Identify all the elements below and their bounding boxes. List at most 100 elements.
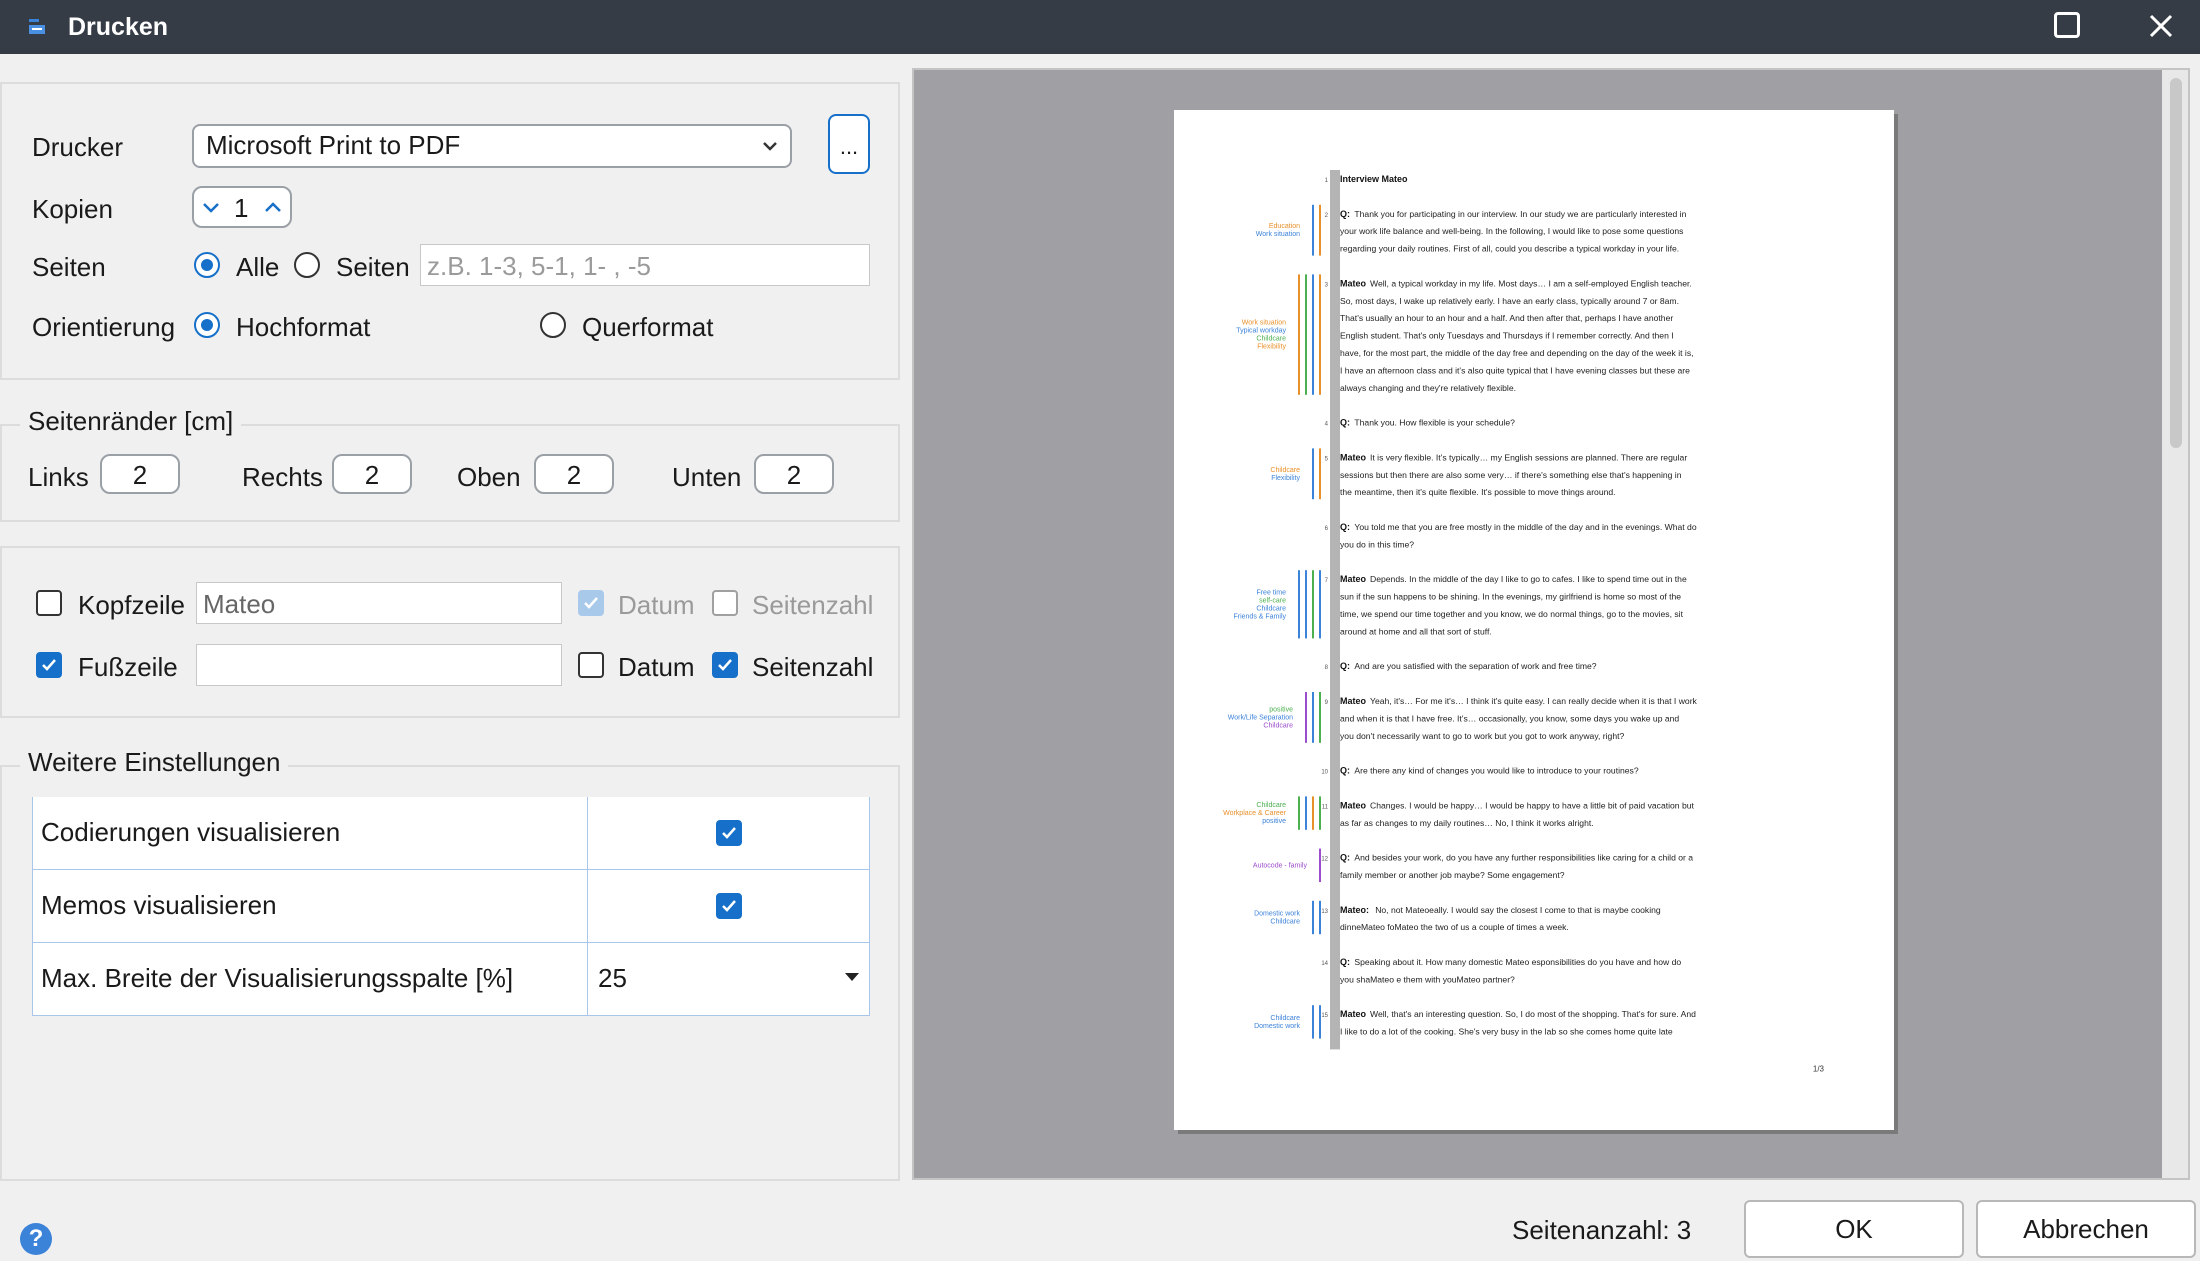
printer-group: Drucker Microsoft Print to PDF ... Kopie… xyxy=(0,82,900,380)
preview-speaker: Mateo xyxy=(1340,696,1367,706)
margin-left-input[interactable]: 2 xyxy=(100,454,180,494)
printer-settings-button[interactable]: ... xyxy=(828,114,870,174)
code-label: Workplace & Career xyxy=(1223,810,1287,817)
checkmark-icon xyxy=(42,659,56,671)
preview-text-line: sun if the sun happens to be shining. In… xyxy=(1340,592,1681,602)
footer-page-number-label[interactable]: Seitenzahl xyxy=(752,652,873,683)
preview-page: Interview Mateo 1 Q: 2 Thank you for partici… xyxy=(1174,110,1894,1130)
pages-range-radio[interactable] xyxy=(294,252,320,278)
code-label: Childcare xyxy=(1263,722,1293,729)
header-checkbox[interactable] xyxy=(36,590,62,616)
code-label: Childcare xyxy=(1270,467,1300,474)
header-date-label[interactable]: Datum xyxy=(618,590,695,621)
preview-text-line: Yeah, it's… For me it's… I think it's qu… xyxy=(1370,696,1698,706)
printer-select[interactable]: Microsoft Print to PDF xyxy=(192,124,792,168)
settings-table: Codierungen visualisieren Memos visualis… xyxy=(32,797,870,1016)
preview-text-line: always changing and they're relatively f… xyxy=(1340,383,1516,393)
preview-paragraph-number: 9 xyxy=(1325,700,1329,706)
header-text-input[interactable]: Mateo xyxy=(196,582,562,624)
pages-range-label[interactable]: Seiten xyxy=(336,252,410,283)
table-row: Codierungen visualisieren xyxy=(33,797,869,870)
setting-value-cell xyxy=(588,870,869,942)
portrait-radio[interactable] xyxy=(194,312,220,338)
copies-stepper[interactable]: 1 xyxy=(192,186,292,228)
preview-text-line: family member or another job maybe? Some… xyxy=(1340,870,1565,880)
portrait-label[interactable]: Hochformat xyxy=(236,312,370,343)
ok-button[interactable]: OK xyxy=(1744,1200,1964,1258)
footer-page-number-checkbox[interactable] xyxy=(712,652,738,678)
visualize-memos-checkbox[interactable] xyxy=(716,893,742,919)
preview-text-line: Well, a typical workday in my life. Most… xyxy=(1370,278,1692,288)
header-date-checkbox[interactable] xyxy=(578,590,604,616)
pages-range-input[interactable]: z.B. 1-3, 5-1, 1- , -5 xyxy=(420,244,870,286)
preview-speaker: Q: xyxy=(1340,957,1350,967)
footer-date-checkbox[interactable] xyxy=(578,652,604,678)
preview-speaker: Mateo xyxy=(1340,1009,1367,1019)
margin-bottom-input[interactable]: 2 xyxy=(754,454,834,494)
preview-gutter-bar xyxy=(1330,170,1340,1050)
preview-speaker: Mateo xyxy=(1340,452,1367,462)
printer-selected-value: Microsoft Print to PDF xyxy=(206,130,461,160)
preview-speaker: Q: xyxy=(1340,853,1350,863)
footer-checkbox[interactable] xyxy=(36,652,62,678)
preview-speaker: Q: xyxy=(1340,209,1350,219)
footer-date-label[interactable]: Datum xyxy=(618,652,695,683)
chevron-down-icon[interactable] xyxy=(200,196,222,218)
landscape-radio[interactable] xyxy=(540,312,566,338)
print-preview[interactable]: Interview Mateo 1 Q: 2 Thank you for partici… xyxy=(912,68,2190,1180)
code-label: self-care xyxy=(1259,597,1286,604)
close-button[interactable] xyxy=(2141,6,2181,46)
preview-paragraph-number: 14 xyxy=(1321,961,1328,967)
orientation-label: Orientierung xyxy=(32,312,176,342)
preview-text-line: have, for the most part, the middle of t… xyxy=(1340,348,1694,358)
max-width-dropdown[interactable]: 25 xyxy=(588,943,869,1015)
preview-text-line: the meantime, then it's quite flexible. … xyxy=(1340,487,1616,497)
scrollbar-thumb[interactable] xyxy=(2170,78,2182,448)
preview-text-line: you do in this time? xyxy=(1340,539,1414,549)
code-label: Flexibility xyxy=(1257,344,1286,351)
checkmark-icon xyxy=(722,827,736,839)
max-width-value[interactable]: 25 xyxy=(598,963,627,994)
code-label: Education xyxy=(1269,223,1300,230)
printer-label: Drucker xyxy=(32,132,124,162)
help-icon[interactable]: ? xyxy=(20,1223,52,1255)
pages-all-radio[interactable] xyxy=(194,252,220,278)
pages-all-label[interactable]: Alle xyxy=(236,252,279,283)
setting-label: Max. Breite der Visualisierungsspalte [%… xyxy=(33,943,588,1015)
preview-text-line: as far as changes to my daily routines… … xyxy=(1340,818,1594,828)
preview-paragraph-number: 15 xyxy=(1321,1013,1328,1019)
caret-down-icon[interactable] xyxy=(845,973,859,981)
code-label: positive xyxy=(1269,706,1293,713)
preview-text-line: So, most days, I wake up relatively earl… xyxy=(1340,296,1679,306)
preview-paragraph-number: 3 xyxy=(1325,282,1329,288)
preview-scrollbar[interactable] xyxy=(2162,70,2188,1178)
margin-top-input[interactable]: 2 xyxy=(534,454,614,494)
maximize-button[interactable] xyxy=(2054,12,2080,38)
header-label[interactable]: Kopfzeile xyxy=(78,590,185,621)
header-page-number-label[interactable]: Seitenzahl xyxy=(752,590,873,621)
margin-right-input[interactable]: 2 xyxy=(332,454,412,494)
header-footer-group: Kopfzeile Mateo Datum Seitenzahl Fußzeil… xyxy=(0,546,900,718)
margin-top-label: Oben xyxy=(457,462,521,492)
header-page-number-checkbox[interactable] xyxy=(712,590,738,616)
footer-text-input[interactable] xyxy=(196,644,562,686)
preview-paragraph-number: 2 xyxy=(1325,213,1329,219)
landscape-label[interactable]: Querformat xyxy=(582,312,714,343)
cancel-button[interactable]: Abbrechen xyxy=(1976,1200,2196,1258)
copies-value[interactable]: 1 xyxy=(234,193,248,224)
code-label: Domestic work xyxy=(1254,911,1300,918)
code-label: Work situation xyxy=(1242,320,1286,327)
title-bar: Drucken xyxy=(0,0,2200,54)
code-label: Flexibility xyxy=(1271,475,1300,482)
preview-text-line: you shaMateo e them with youMateo partne… xyxy=(1340,974,1515,984)
chevron-up-icon[interactable] xyxy=(262,196,284,218)
preview-text-line: You told me that you are free mostly in … xyxy=(1354,522,1696,532)
code-label: positive xyxy=(1262,818,1286,825)
visualize-codings-checkbox[interactable] xyxy=(716,820,742,846)
preview-text-line: And besides your work, do you have any f… xyxy=(1354,853,1693,863)
preview-text-line: Thank you for participating in our inter… xyxy=(1354,209,1686,219)
footer-label[interactable]: Fußzeile xyxy=(78,652,178,683)
pages-label: Seiten xyxy=(32,252,106,282)
setting-value-cell xyxy=(588,797,869,869)
checkmark-icon xyxy=(584,597,598,609)
